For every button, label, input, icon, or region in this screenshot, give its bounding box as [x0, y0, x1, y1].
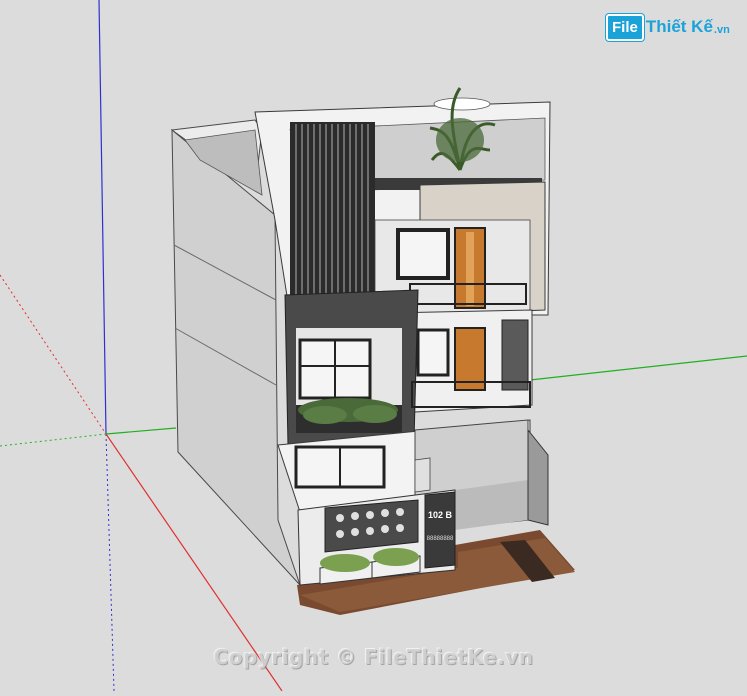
house-number-plate	[424, 491, 456, 569]
model-canvas	[0, 0, 747, 692]
brand-logo: File Thiết Kế .vn	[606, 12, 730, 42]
green-axis-dotted	[0, 433, 107, 447]
planter-middle	[296, 398, 402, 433]
lattice-panel	[501, 319, 529, 391]
window-middle-right	[416, 328, 450, 377]
wood-door-middle	[454, 327, 486, 391]
red-axis-dotted	[0, 274, 107, 435]
garage-side-wall	[527, 428, 549, 526]
sketchup-viewport[interactable]: 102 B 88888888	[0, 0, 747, 692]
logo-badge: File	[606, 13, 644, 41]
copyright-watermark: Copyright © FileThietKe.vn	[213, 645, 534, 669]
logo-suffix: .vn	[713, 24, 730, 36]
wood-door-strip	[466, 232, 474, 306]
blue-axis	[98, 0, 107, 435]
vertical-louvers	[290, 122, 375, 307]
green-axis-right	[529, 355, 747, 381]
stair	[414, 457, 431, 493]
window-upper	[396, 228, 450, 280]
green-axis	[105, 427, 177, 435]
logo-name: Thiết Kế	[645, 17, 713, 36]
